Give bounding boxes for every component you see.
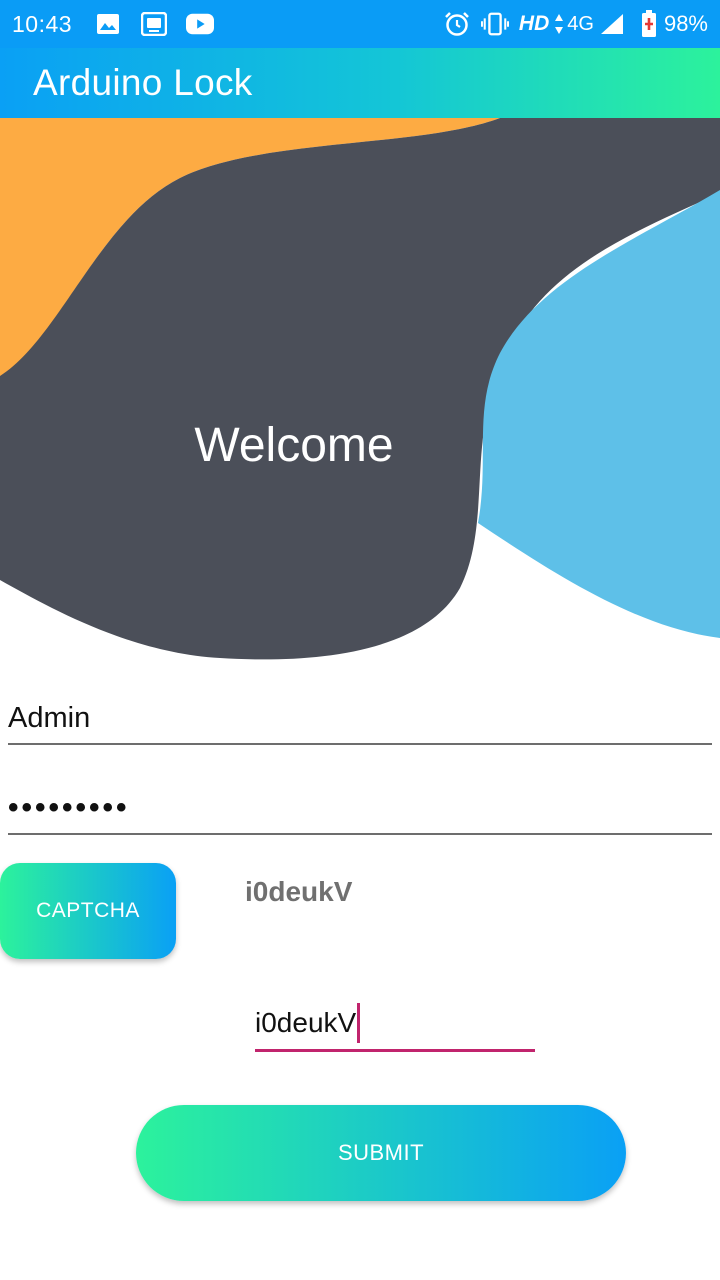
clock: 10:43: [12, 10, 73, 37]
password-field[interactable]: •••••••••: [8, 785, 712, 835]
battery-percent: 98%: [663, 11, 708, 36]
hero-banner: Welcome: [0, 118, 720, 678]
submit-button[interactable]: SUBMIT: [136, 1105, 626, 1201]
hd-indicator: HD: [518, 12, 550, 35]
signal-icon: [598, 10, 626, 38]
app-bar: Arduino Lock: [0, 48, 720, 118]
status-bar: 10:43 HD 4G 98%: [0, 0, 720, 48]
youtube-icon: [186, 10, 215, 38]
text-cursor: [357, 1003, 361, 1043]
status-bar-right: HD 4G 98%: [443, 10, 708, 38]
network-type: 4G: [567, 12, 594, 35]
password-value: •••••••••: [8, 791, 130, 824]
hero-wave-illustration: [0, 118, 720, 660]
screen-record-icon: [140, 10, 168, 38]
battery-charging-icon: [640, 10, 658, 38]
welcome-heading: Welcome: [194, 419, 394, 472]
alarm-icon: [443, 10, 471, 38]
captcha-button[interactable]: CAPTCHA: [0, 863, 176, 959]
captcha-input-value: i0deukV: [255, 1007, 357, 1038]
username-field[interactable]: Admin: [8, 695, 712, 745]
app-title: Arduino Lock: [33, 62, 253, 103]
status-bar-left: 10:43: [12, 10, 232, 38]
vibrate-icon: [480, 10, 509, 38]
submit-button-label: SUBMIT: [337, 1140, 425, 1165]
captcha-code-text: i0deukV: [245, 876, 353, 907]
username-value: Admin: [8, 702, 91, 734]
captcha-input[interactable]: i0deukV: [255, 996, 535, 1052]
data-arrows-icon: [553, 10, 565, 38]
image-icon: [94, 10, 122, 38]
captcha-button-label: CAPTCHA: [36, 899, 140, 922]
